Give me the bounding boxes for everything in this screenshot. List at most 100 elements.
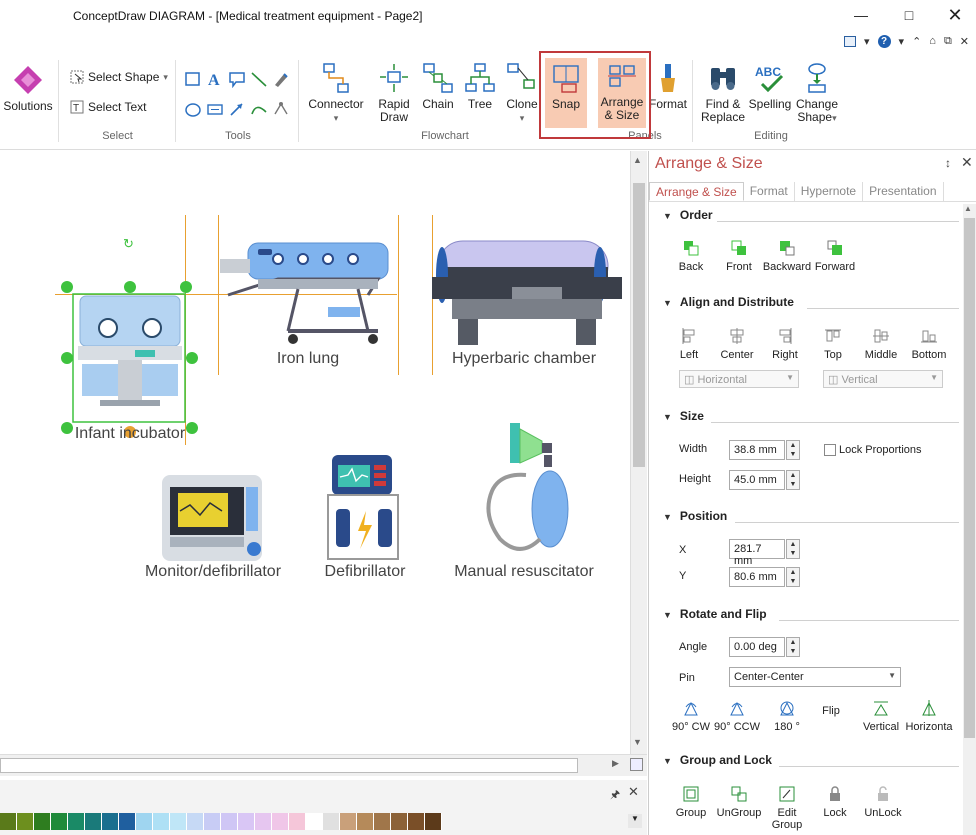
line-tool-icon[interactable] [250,70,268,88]
x-field[interactable]: 281.7 mm [729,539,785,567]
back-button[interactable]: Back [665,239,717,273]
lock-button[interactable]: Lock [809,785,861,819]
solutions-button[interactable]: Solutions [2,64,54,113]
color-swatch[interactable] [170,813,187,830]
resize-handle[interactable] [186,352,198,364]
rotate-90-cw-button[interactable]: 90° CW [665,699,717,733]
color-swatch[interactable] [408,813,425,830]
align-top-button[interactable]: Top [807,327,859,361]
align-middle-button[interactable]: Middle [855,327,907,361]
resize-handle[interactable] [61,352,73,364]
angle-field[interactable]: 0.00 deg [729,637,785,657]
backward-button[interactable]: Backward [761,239,813,273]
help-icon[interactable]: ? [877,34,891,48]
edit-group-button[interactable]: Edit Group [761,785,813,831]
color-swatch[interactable] [136,813,153,830]
color-swatch[interactable] [51,813,68,830]
monitor-defibrillator-shape[interactable] [160,471,265,563]
order-section-title[interactable]: Order [663,208,713,222]
color-swatch[interactable] [221,813,238,830]
color-swatch[interactable] [153,813,170,830]
chevron-down-icon[interactable]: ▾ [864,35,870,48]
clone-button[interactable]: Clone ▾ [502,62,542,125]
close-icon[interactable]: ✕ [960,35,969,48]
spelling-button[interactable]: ABC Spelling [748,62,792,111]
flip-vertical-button[interactable]: Vertical [855,699,907,733]
color-swatch[interactable] [204,813,221,830]
color-swatch[interactable] [68,813,85,830]
align-center-button[interactable]: Center [711,327,763,361]
color-swatch[interactable] [425,813,442,830]
rectangle-tool-icon[interactable] [184,70,202,88]
tab-arrange-size[interactable]: Arrange & Size [649,182,744,201]
rapid-draw-button[interactable]: Rapid Draw [372,62,416,124]
curve-tool-icon[interactable] [250,100,268,118]
color-swatch[interactable] [391,813,408,830]
close-icon[interactable]: ✕ [628,784,639,800]
position-section-title[interactable]: Position [663,509,727,523]
scroll-right-icon[interactable]: ▶ [612,758,619,769]
change-shape-button[interactable]: Change Shape▾ [794,62,840,125]
y-field[interactable]: 80.6 mm [729,567,785,587]
size-section-title[interactable]: Size [663,409,704,423]
x-stepper[interactable]: ▲ ▼ [786,539,800,559]
scroll-up-icon[interactable]: ▲ [633,155,642,165]
color-swatch[interactable] [187,813,204,830]
connector-button[interactable]: Connector ▾ [304,62,368,125]
find-replace-button[interactable]: Find & Replace [698,62,748,124]
pin-icon[interactable]: 🖈 [610,786,620,805]
width-stepper[interactable]: ▲ ▼ [786,440,800,460]
pin-icon[interactable]: ↕ [945,156,951,170]
color-swatch[interactable] [34,813,51,830]
palette-scroll-icon[interactable]: ▼ [628,814,642,828]
arrow-tool-icon[interactable] [228,100,246,118]
tree-button[interactable]: Tree [460,62,500,111]
window-icon[interactable] [844,35,856,47]
zoom-fit-icon[interactable] [630,758,643,771]
textbox-tool-icon[interactable] [206,100,224,118]
color-swatch[interactable] [289,813,306,830]
y-stepper[interactable]: ▲ ▼ [786,567,800,587]
infant-incubator-shape[interactable] [60,234,200,434]
group-button[interactable]: Group [665,785,717,819]
color-swatch[interactable] [119,813,136,830]
scroll-up-icon[interactable]: ▲ [964,204,972,213]
vertical-scrollbar[interactable]: ▲ ▼ [630,151,647,754]
distribute-horizontal-dropdown[interactable]: ◫ Horizontal ▼ [679,370,799,388]
color-swatch[interactable] [0,813,17,830]
distribute-vertical-dropdown[interactable]: ◫ Vertical ▼ [823,370,943,388]
close-button[interactable]: ✕ [932,4,976,26]
chain-button[interactable]: Chain [418,62,458,111]
text-tool-icon[interactable]: A [206,70,224,88]
ungroup-button[interactable]: UnGroup [713,785,765,819]
height-field[interactable]: 45.0 mm [729,470,785,490]
front-button[interactable]: Front [713,239,765,273]
ellipse-tool-icon[interactable] [184,100,202,118]
hyperbaric-chamber-shape[interactable] [432,237,622,347]
tab-format[interactable]: Format [744,182,795,201]
select-shape-button[interactable]: Select Shape ▾ [70,70,168,84]
scroll-thumb[interactable] [633,183,645,467]
horizontal-scrollbar[interactable]: ▶ [0,754,647,776]
manual-resuscitator-shape[interactable] [480,419,576,563]
caret-up-icon[interactable]: ⌃ [912,35,921,48]
pen-tool-icon[interactable] [272,70,290,88]
close-icon[interactable]: ✕ [961,154,973,171]
drawing-canvas[interactable]: ↻ Infant incubator Iron lung Hyperbaric … [0,151,630,754]
align-left-button[interactable]: Left [663,327,715,361]
color-swatch[interactable] [102,813,119,830]
align-right-button[interactable]: Right [759,327,811,361]
minimize-button[interactable]: — [838,4,884,26]
flip-horizontal-button[interactable]: Horizonta [903,699,955,733]
rotate-handle-icon[interactable]: ↻ [123,237,135,250]
color-swatch[interactable] [255,813,272,830]
forward-button[interactable]: Forward [809,239,861,273]
width-field[interactable]: 38.8 mm [729,440,785,460]
color-swatch[interactable] [357,813,374,830]
group-lock-section-title[interactable]: Group and Lock [663,753,772,767]
resize-handle[interactable] [124,281,136,293]
rotate-90-ccw-button[interactable]: 90° CCW [711,699,763,733]
bezier-tool-icon[interactable] [272,100,290,118]
height-stepper[interactable]: ▲ ▼ [786,470,800,490]
align-bottom-button[interactable]: Bottom [903,327,955,361]
